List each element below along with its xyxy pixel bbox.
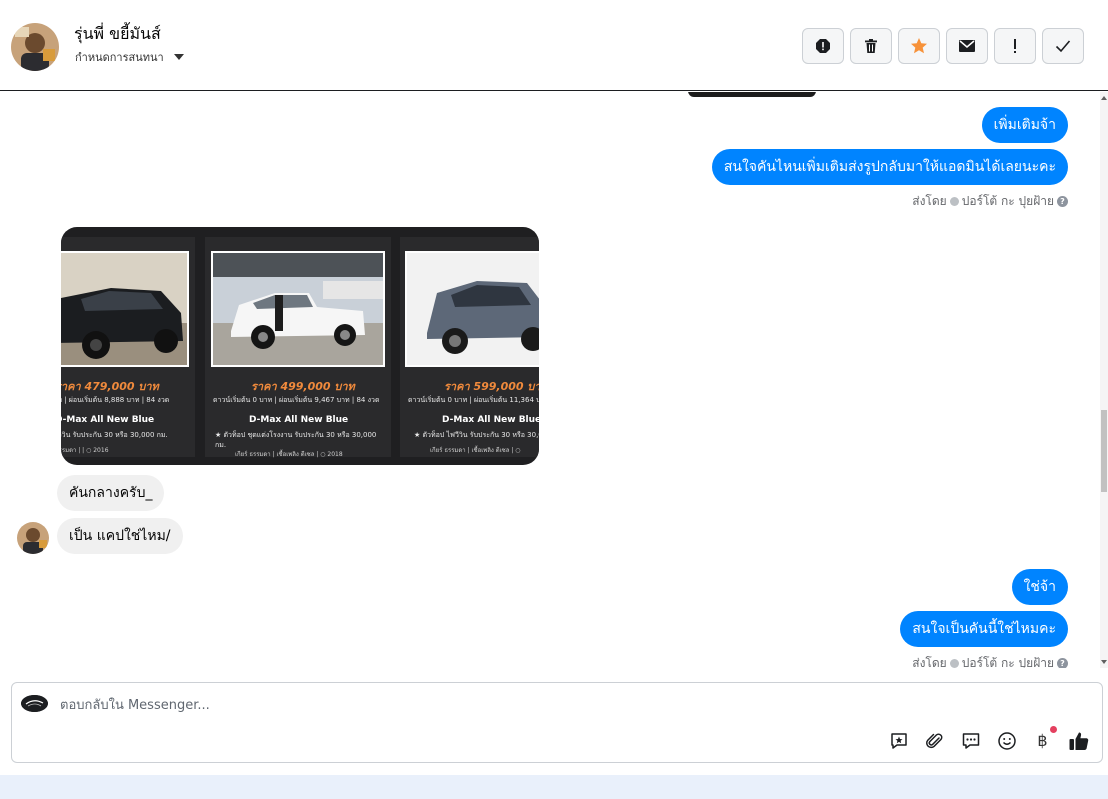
listing-model: D-Max All New Blue <box>61 415 155 425</box>
car-listings-image[interactable]: ราคา 479,000 บาท บาท | ผ่อนเริ่มต้น 8,88… <box>61 227 539 465</box>
listing-detail: บาท | ผ่อนเริ่มต้น 8,888 บาท | 84 งวด <box>61 396 170 404</box>
sent-by-label: ส่งโดย <box>912 656 947 668</box>
header-actions <box>802 28 1084 64</box>
sent-by-label: ส่งโดย <box>912 194 947 208</box>
like-button[interactable] <box>1067 729 1090 752</box>
listing-price: ราคา 479,000 บาท <box>61 380 159 393</box>
sent-by-info: ส่งโดย ปอร์โต้ กะ ปุยฝ้าย ? <box>912 192 1068 211</box>
baht-icon: ฿ <box>1037 731 1048 750</box>
incoming-message[interactable]: คันกลางครับ_ <box>57 475 165 511</box>
emoji-icon <box>997 731 1016 750</box>
conversation-settings-dropdown[interactable]: กำหนดการสนทนา <box>75 48 184 66</box>
sent-by-info: ส่งโดย ปอร์โต้ กะ ปุยฝ้าย ? <box>912 654 1068 668</box>
sender-name: ปอร์โต้ กะ ปุยฝ้าย <box>961 194 1054 208</box>
sender-name: ปอร์โต้ กะ ปุยฝ้าย <box>961 656 1054 668</box>
sender-avatar[interactable] <box>17 522 49 554</box>
saved-reply-button[interactable] <box>887 729 910 752</box>
listing-price: ราคา 499,000 บาท <box>251 380 355 393</box>
report-button[interactable] <box>802 28 844 64</box>
listing-detail: ดาวน์เริ่มต้น 0 บาท | ผ่อนเริ่มต้น 11,36… <box>408 396 539 404</box>
reply-input[interactable] <box>60 695 660 715</box>
conversation-settings-label: กำหนดการสนทนา <box>75 51 164 64</box>
scroll-up-arrow[interactable] <box>1101 96 1107 100</box>
car-listing: ราคา 599,000 บาท ดาวน์เริ่มต้น 0 บาท | ผ… <box>400 237 539 457</box>
notification-dot <box>1050 726 1057 733</box>
scroll-thumb[interactable] <box>1101 410 1107 492</box>
payment-button[interactable]: ฿ <box>1031 726 1057 752</box>
chat-scrollbar[interactable] <box>1100 92 1108 668</box>
outgoing-message[interactable]: ใช่จ้า <box>1011 569 1068 605</box>
verified-icon <box>949 197 959 206</box>
listing-detail: ดาวน์เริ่มต้น 0 บาท | ผ่อนเริ่มต้น 9,467… <box>213 396 380 404</box>
car-photo <box>405 251 539 367</box>
contact-name[interactable]: รุ่นพี่ ขยี้มันส์ <box>74 22 161 47</box>
comment-button[interactable] <box>959 729 982 752</box>
message-thread[interactable]: เพิ่มเติมจ้า สนใจคันไหนเพิ่มเติมส่งรูปกล… <box>0 92 1108 668</box>
star-icon <box>911 38 927 54</box>
car-listing: ราคา 499,000 บาท ดาวน์เริ่มต้น 0 บาท | ผ… <box>205 237 391 458</box>
composer-tools: ฿ <box>887 726 1090 752</box>
help-icon[interactable]: ? <box>1057 196 1068 207</box>
attach-file-button[interactable] <box>923 729 946 752</box>
report-icon <box>816 39 830 53</box>
page-footer-band <box>0 775 1108 799</box>
car-photo <box>61 251 189 367</box>
trash-icon <box>865 39 877 53</box>
previous-image-edge <box>688 92 816 97</box>
saved-reply-icon <box>890 732 907 749</box>
attachment-icon <box>925 732 942 748</box>
mark-unread-button[interactable] <box>946 28 988 64</box>
scroll-down-arrow[interactable] <box>1101 660 1107 664</box>
car-listing: ราคา 479,000 บาท บาท | ผ่อนเริ่มต้น 8,88… <box>61 237 195 457</box>
outgoing-message[interactable]: สนใจเป็นคันนี้ใช่ไหมคะ <box>900 611 1068 647</box>
mark-done-button[interactable] <box>1042 28 1084 64</box>
listing-warranty: ฟรีวีวิน รับประกัน 30 หรือ 30,000 กม. <box>61 431 168 439</box>
incoming-message[interactable]: เป็น แคปใช่ไหม/ <box>57 518 183 554</box>
check-icon <box>1055 40 1071 53</box>
listing-meta: เกียร์ ธรรมดา | เชื้อเพลิง ดีเซล | ○ <box>430 447 521 454</box>
page-logo-avatar <box>21 695 48 712</box>
listing-model: D-Max All New Blue <box>249 415 349 425</box>
help-icon[interactable]: ? <box>1057 658 1068 668</box>
listing-meta: ธรรมดา | | ○ 2016 <box>61 447 109 454</box>
outgoing-message[interactable]: เพิ่มเติมจ้า <box>981 107 1068 143</box>
exclamation-icon <box>1014 39 1016 53</box>
envelope-icon <box>959 40 975 52</box>
delete-button[interactable] <box>850 28 892 64</box>
conversation-header: รุ่นพี่ ขยี้มันส์ กำหนดการสนทนา <box>0 0 1108 91</box>
listing-meta: เกียร์ ธรรมดา | เชื้อเพลิง ดีเซล | ○ 201… <box>235 451 343 458</box>
reply-composer: ฿ <box>11 682 1103 763</box>
listing-model: D-Max All New Blue <box>442 415 539 425</box>
contact-avatar[interactable] <box>11 23 59 71</box>
emoji-button[interactable] <box>995 729 1018 752</box>
verified-icon <box>949 659 959 668</box>
listing-warranty: ★ ตัวท็อป ชุดแต่งโรงงาน รับประกัน 30 หรื… <box>215 431 377 449</box>
like-icon <box>1069 732 1088 750</box>
outgoing-message[interactable]: สนใจคันไหนเพิ่มเติมส่งรูปกลับมาให้แอดมิน… <box>711 149 1068 185</box>
listing-price: ราคา 599,000 บาท <box>444 380 539 393</box>
car-photo <box>211 251 385 367</box>
caret-down-icon <box>173 54 184 60</box>
listing-warranty: ★ ตัวท็อป ไฟวีวิน รับประกัน 30 หรือ 30,0… <box>414 431 539 439</box>
star-button[interactable] <box>898 28 940 64</box>
follow-up-button[interactable] <box>994 28 1036 64</box>
comment-icon <box>962 732 979 749</box>
